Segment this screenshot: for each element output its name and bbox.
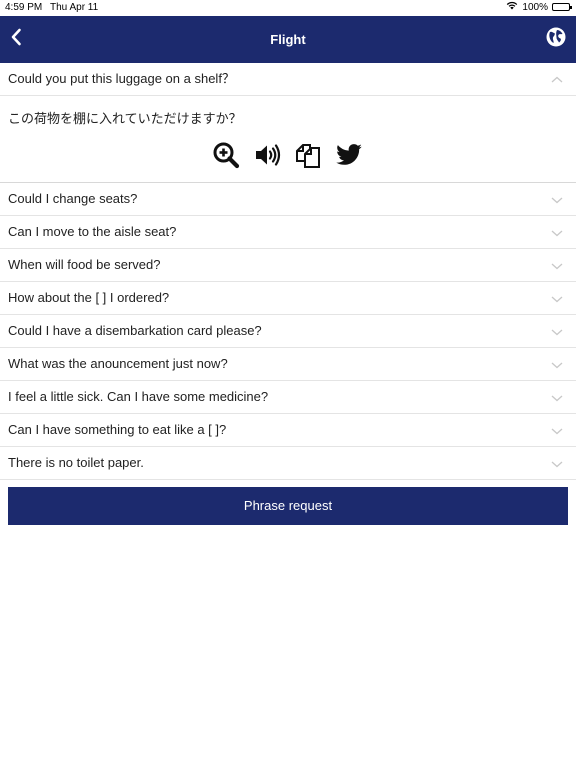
chevron-down-icon — [550, 259, 564, 271]
phrase-label: When will food be served? — [8, 257, 161, 272]
phrase-detail: この荷物を棚に入れていただけますか？ — [0, 96, 576, 183]
copy-icon — [294, 141, 322, 174]
phrase-row[interactable]: Can I move to the aisle seat? — [0, 216, 576, 249]
speak-button[interactable] — [253, 143, 281, 171]
phrase-row[interactable]: When will food be served? — [0, 249, 576, 282]
chevron-down-icon — [550, 358, 564, 370]
chevron-down-icon — [550, 391, 564, 403]
phrase-translation: この荷物を棚に入れていただけますか？ — [8, 112, 242, 127]
phrase-label: I feel a little sick. Can I have some me… — [8, 389, 269, 404]
language-button[interactable] — [542, 16, 570, 63]
globe-icon — [546, 27, 566, 52]
phrase-label: Could I change seats? — [8, 191, 138, 206]
phrase-actions — [212, 141, 363, 174]
phrase-row[interactable]: Could I change seats? — [0, 183, 576, 216]
battery-percent: 100% — [522, 1, 548, 13]
phrase-row[interactable]: Can I have something to eat like a [ ]? — [0, 414, 576, 447]
status-right: 100% — [506, 1, 572, 13]
zoom-button[interactable] — [212, 141, 240, 174]
status-bar: 4:59 PM Thu Apr 11 100% — [0, 0, 576, 16]
phrase-row[interactable]: Could I have a disembarkation card pleas… — [0, 315, 576, 348]
phrase-row[interactable]: I feel a little sick. Can I have some me… — [0, 381, 576, 414]
chevron-down-icon — [550, 292, 564, 304]
status-time: 4:59 PM — [5, 2, 43, 13]
phrase-row[interactable]: There is no toilet paper. — [0, 447, 576, 480]
speaker-icon — [253, 141, 281, 174]
phrase-label: Could I have a disembarkation card pleas… — [8, 323, 262, 338]
chevron-down-icon — [550, 226, 564, 238]
chevron-up-icon — [550, 73, 564, 85]
phrase-row[interactable]: How about the [ ] I ordered? — [0, 282, 576, 315]
phrase-list: Could you put this luggage on a shelf？ こ… — [0, 63, 576, 480]
chevron-down-icon — [550, 457, 564, 469]
chevron-down-icon — [550, 424, 564, 436]
chevron-down-icon — [550, 325, 564, 337]
phrase-label: What was the anouncement just now? — [8, 356, 228, 371]
status-date: Thu Apr 11 — [50, 2, 99, 13]
phrase-label: There is no toilet paper. — [8, 455, 144, 470]
nav-bar: Flight — [0, 16, 576, 63]
phrase-row-expanded-header[interactable]: Could you put this luggage on a shelf？ — [0, 63, 576, 96]
zoom-in-icon — [212, 141, 240, 174]
chevron-down-icon — [550, 193, 564, 205]
phrase-label: Can I move to the aisle seat? — [8, 224, 177, 239]
phrase-row[interactable]: What was the anouncement just now? — [0, 348, 576, 381]
copy-button[interactable] — [294, 143, 322, 171]
phrase-request-button[interactable]: Phrase request — [8, 487, 568, 525]
battery-icon — [552, 3, 572, 11]
phrase-label: Can I have something to eat like a [ ]? — [8, 422, 227, 437]
twitter-icon — [335, 141, 363, 174]
wifi-icon — [506, 1, 518, 13]
phrase-rows: Could I change seats? Can I move to the … — [0, 183, 576, 480]
phrase-label: How about the [ ] I ordered? — [8, 290, 170, 305]
tweet-button[interactable] — [335, 143, 363, 171]
page-title: Flight — [270, 32, 306, 47]
phrase-label: Could you put this luggage on a shelf？ — [8, 71, 235, 86]
